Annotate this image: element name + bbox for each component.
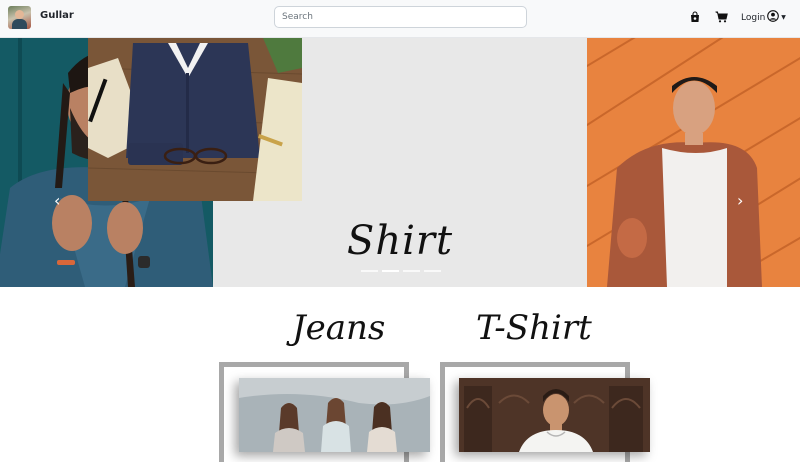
search-input[interactable] bbox=[274, 6, 527, 28]
carousel-indicator[interactable] bbox=[361, 270, 378, 272]
navbar: Gullar Login ▼ bbox=[0, 0, 800, 38]
category-title-jeans[interactable]: Jeans bbox=[292, 308, 385, 348]
carousel-next-button[interactable]: › bbox=[737, 191, 743, 210]
caret-down-icon: ▼ bbox=[781, 14, 786, 21]
carousel-indicators bbox=[361, 270, 441, 272]
login-label: Login bbox=[741, 12, 766, 23]
shirt-flatlay-image bbox=[88, 38, 302, 201]
carousel-indicator-active[interactable] bbox=[382, 270, 399, 272]
tshirt-category-image[interactable] bbox=[459, 378, 650, 452]
carousel-slide-right-image bbox=[587, 38, 800, 287]
carousel-prev-button[interactable]: ‹ bbox=[54, 191, 60, 210]
shopping-bag-icon[interactable] bbox=[687, 9, 703, 25]
carousel-indicator[interactable] bbox=[424, 270, 441, 272]
user-circle-icon bbox=[767, 10, 780, 25]
carousel-caption: Shirt bbox=[346, 218, 454, 264]
brand-name[interactable]: Gullar bbox=[40, 10, 74, 21]
cart-icon[interactable] bbox=[713, 9, 729, 25]
login-dropdown[interactable]: Login ▼ bbox=[741, 10, 786, 25]
category-title-tshirt[interactable]: T-Shirt bbox=[476, 308, 592, 348]
carousel-indicator[interactable] bbox=[403, 270, 420, 272]
brand-logo[interactable] bbox=[8, 6, 31, 29]
jeans-category-image[interactable] bbox=[239, 378, 430, 452]
